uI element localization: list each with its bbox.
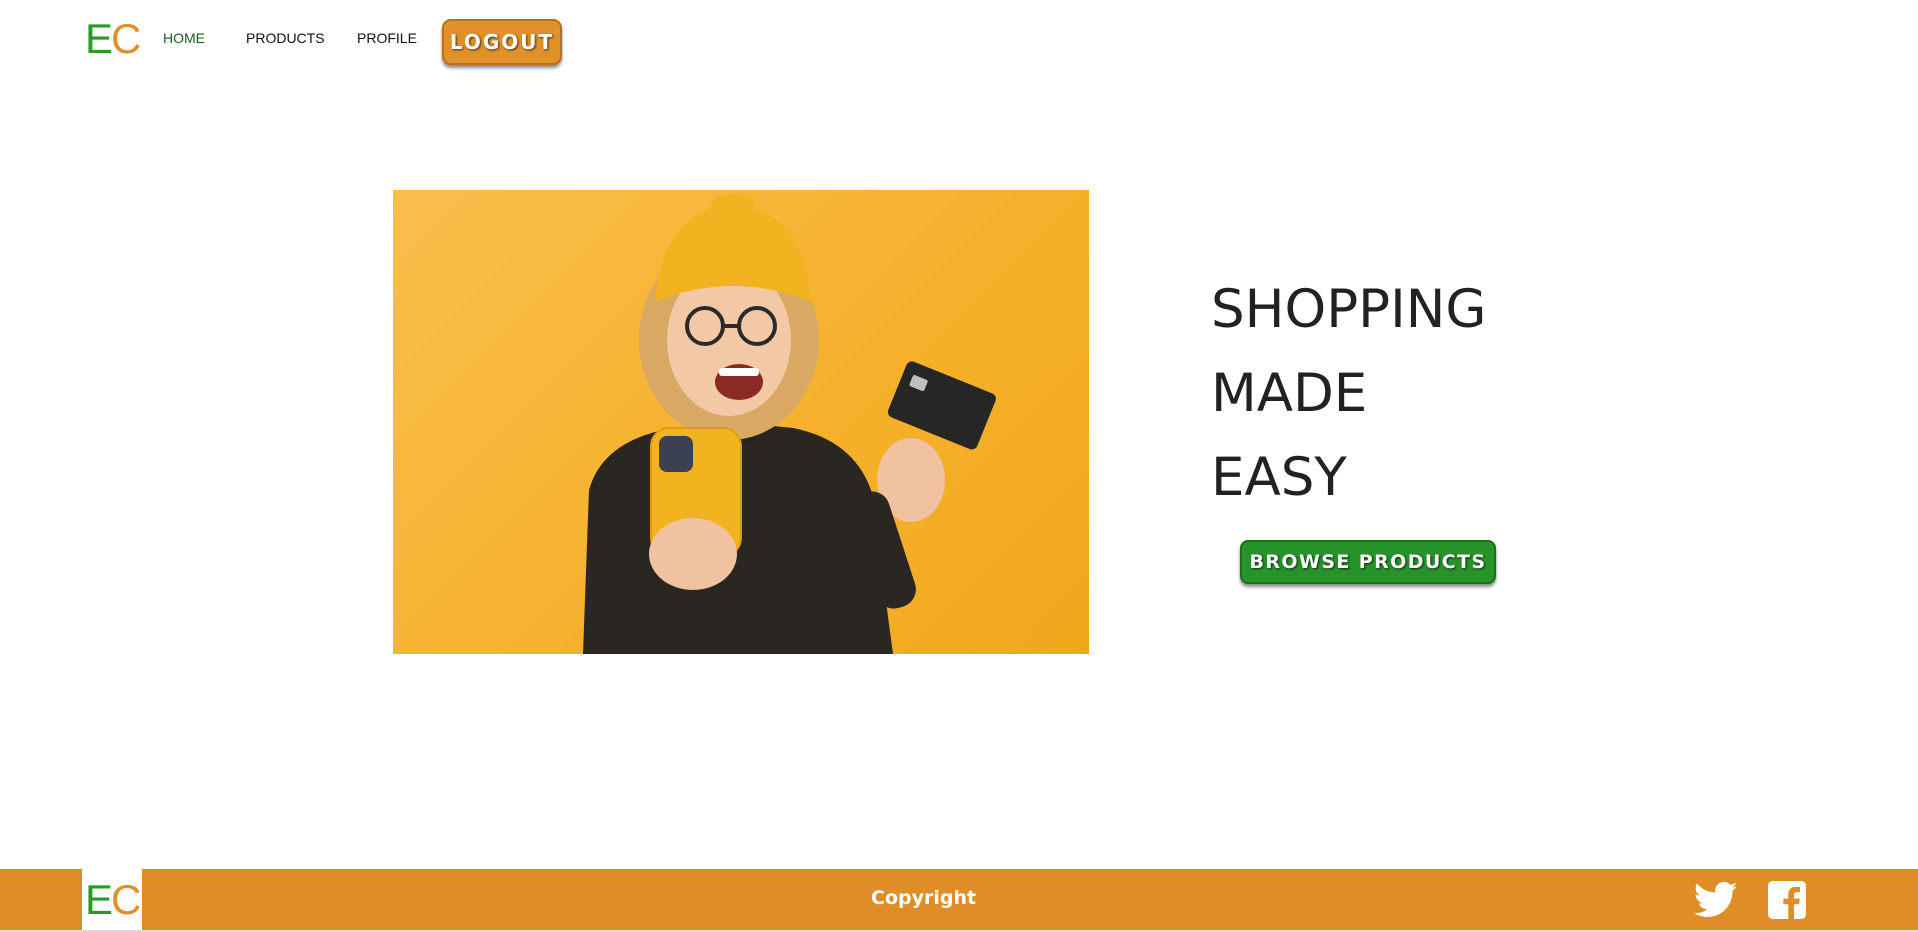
hero-image (393, 190, 1089, 654)
facebook-icon[interactable] (1768, 881, 1806, 919)
hero-heading-line-2: MADE (1211, 363, 1368, 424)
woman-shopping-illustration (583, 194, 996, 654)
twitter-icon[interactable] (1694, 881, 1738, 919)
logo-letter-c: C (111, 15, 141, 62)
logo-letter-e: E (85, 15, 113, 62)
browse-products-button[interactable]: BROWSE PRODUCTS (1240, 540, 1496, 584)
hero-heading-line-3: EASY (1211, 447, 1347, 508)
footer-logo-box[interactable]: EC (82, 869, 142, 930)
nav-home-link[interactable]: HOME (163, 30, 205, 46)
hero-heading: SHOPPING MADE EASY (1211, 268, 1486, 520)
site-header: EC HOME PRODUCTS PROFILE LOGOUT (0, 0, 1918, 80)
footer-logo-letter-e: E (85, 876, 113, 923)
copyright-text: Copyright (871, 887, 977, 909)
nav-profile-link[interactable]: PROFILE (357, 30, 417, 46)
footer-logo: EC (85, 876, 141, 923)
logout-button[interactable]: LOGOUT (442, 19, 562, 65)
header-logo[interactable]: EC (85, 15, 141, 62)
nav-products-link[interactable]: PRODUCTS (246, 30, 325, 46)
site-footer: EC Copyright (0, 869, 1918, 930)
footer-logo-letter-c: C (111, 876, 141, 923)
hero-heading-line-1: SHOPPING (1211, 279, 1487, 340)
